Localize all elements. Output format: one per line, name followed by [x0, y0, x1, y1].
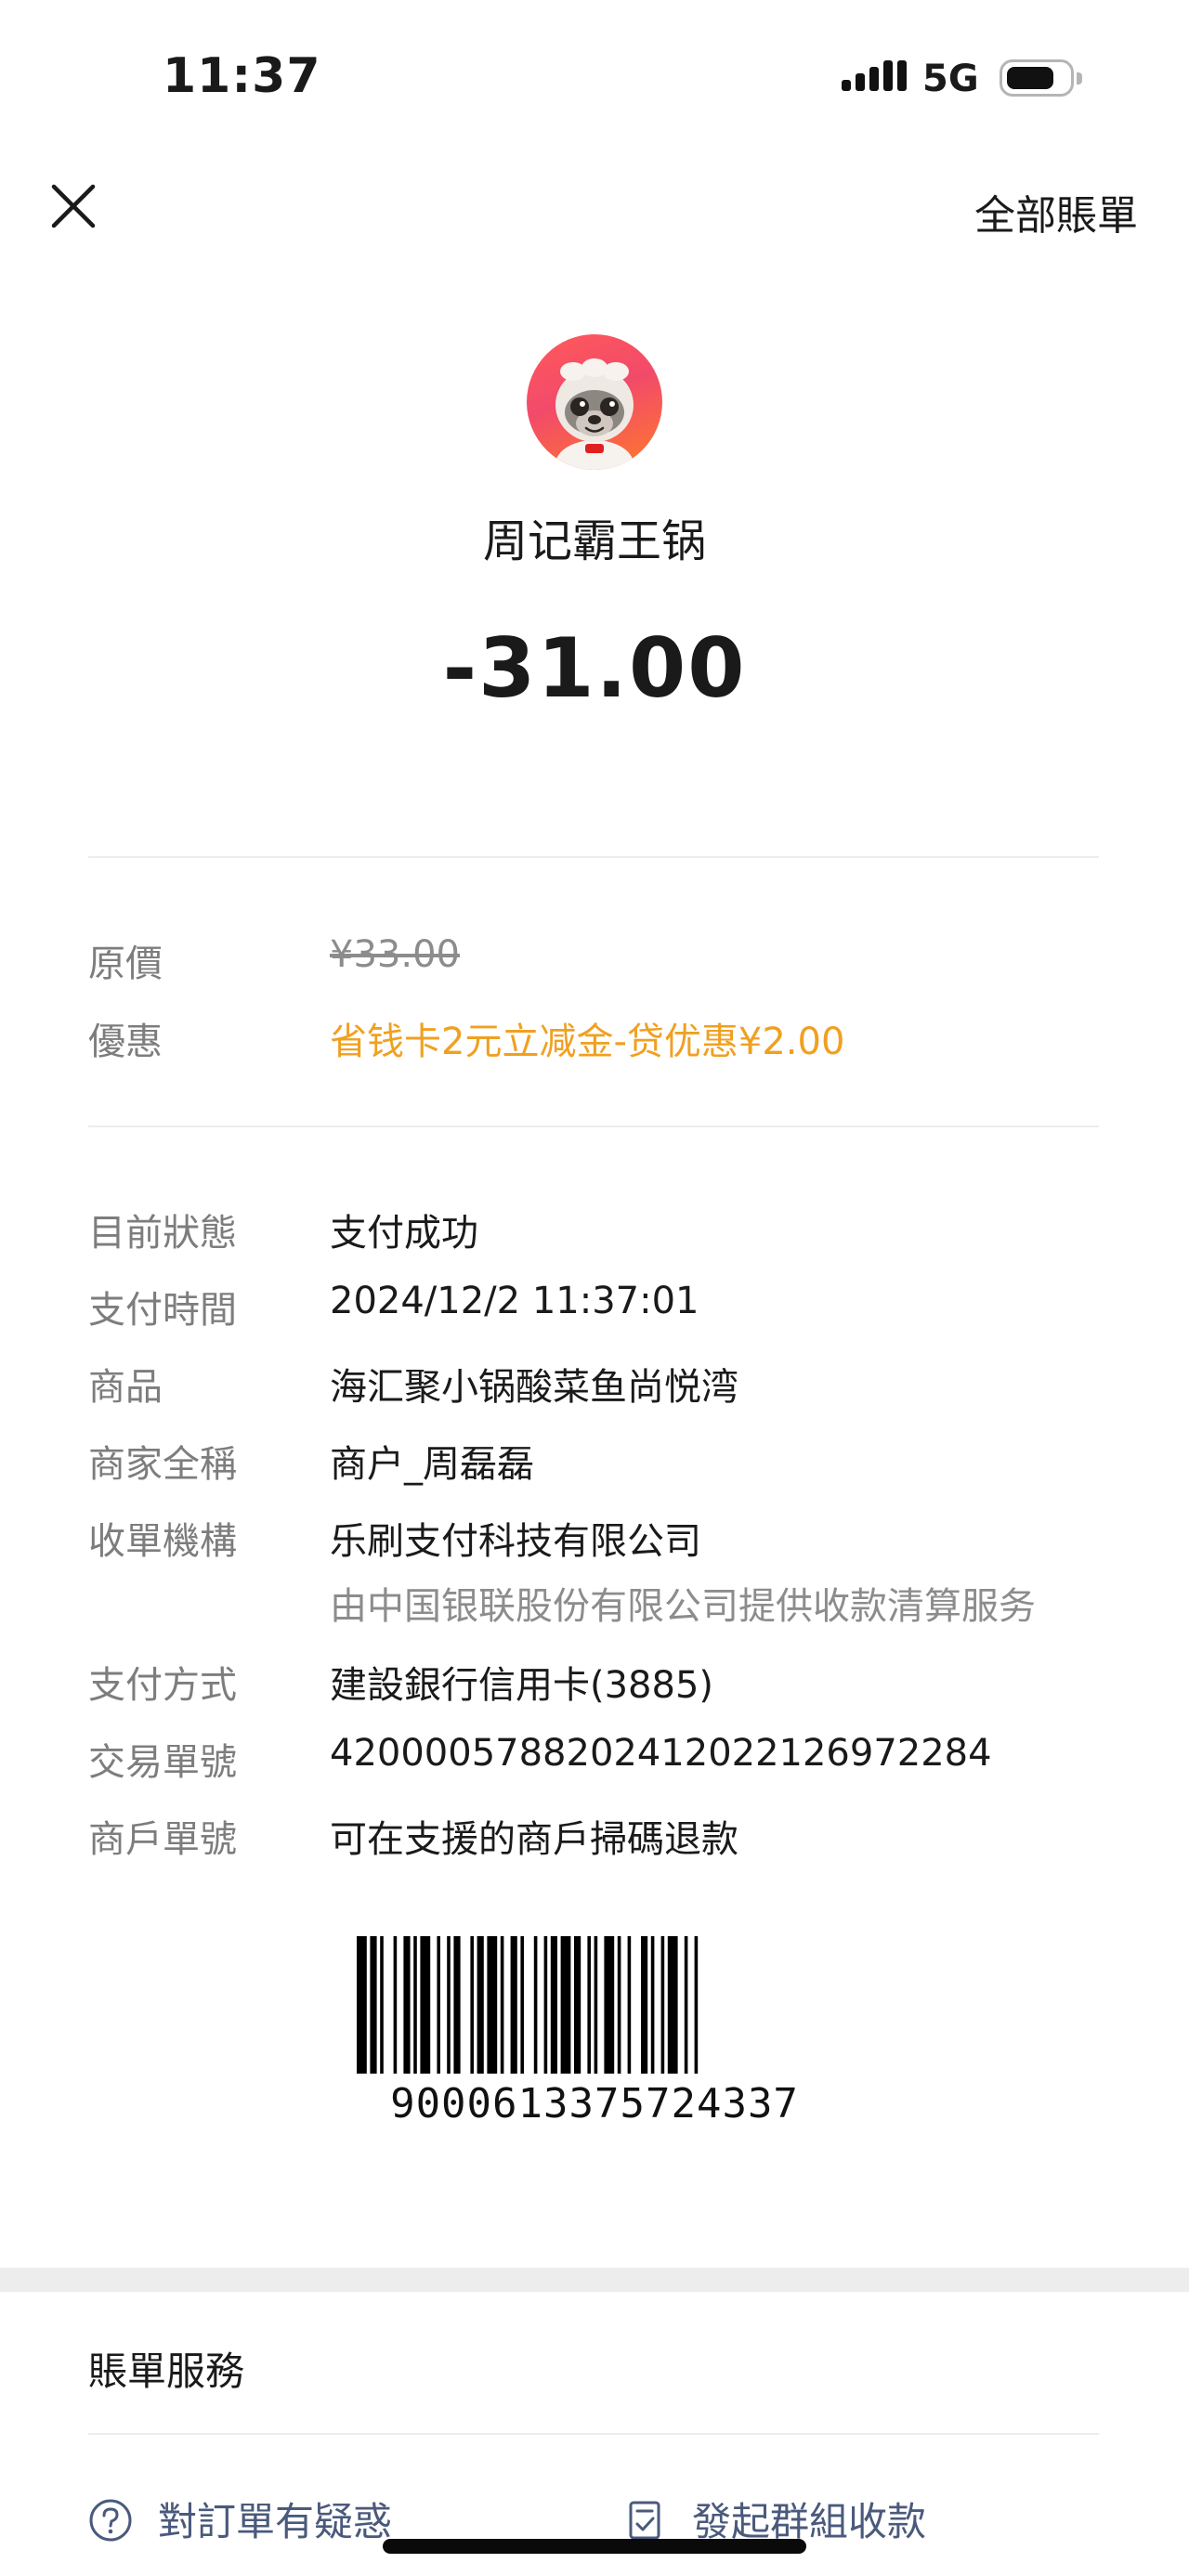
barcode-bar: [684, 1936, 688, 2074]
acquirer-label: 收單機構: [88, 1520, 237, 1563]
acquirer-value: 乐刷支付科技有限公司: [330, 1520, 701, 1563]
divider: [88, 856, 1099, 858]
all-bills-link[interactable]: 全部賬單: [974, 182, 1138, 241]
acquirer-subtext: 由中国银联股份有限公司提供收款清算服务: [330, 1585, 1036, 1628]
barcode-bar: [543, 1936, 548, 2074]
transaction-id-value[interactable]: 4200005788202412022126972284: [330, 1732, 992, 1775]
discount-value: 省钱卡2元立减金-贷优惠¥2.00: [330, 1021, 845, 1063]
sloth-mascot-icon: [555, 358, 634, 470]
barcode-bar: [594, 1936, 598, 2074]
barcode-bar: [667, 1936, 678, 2074]
merchant-order-value: 可在支援的商戶掃碼退款: [330, 1818, 738, 1861]
barcode-bar: [380, 1936, 384, 2074]
barcode-bar: [470, 1936, 474, 2074]
barcode-bar: [500, 1936, 504, 2074]
bill-services-title: 賬單服務: [88, 2348, 245, 2394]
signal-strength-icon: [842, 60, 907, 91]
barcode-bar: [413, 1936, 417, 2074]
divider: [88, 1125, 1099, 1127]
barcode-bar: [510, 1936, 517, 2074]
status-bar: 11:37 5G: [0, 0, 1189, 139]
barcode-bar: [533, 1936, 538, 2074]
network-type: 5G: [922, 58, 979, 100]
order-question-label: 對訂單有疑惑: [158, 2499, 393, 2544]
status-value: 支付成功: [330, 1212, 478, 1255]
barcode-bar: [437, 1936, 440, 2074]
barcode-bar: [453, 1936, 461, 2074]
checklist-icon: [629, 2501, 660, 2540]
barcode-bar: [403, 1936, 411, 2074]
original-price-value: ¥33.00: [330, 933, 460, 976]
barcode-bar: [550, 1936, 557, 2074]
barcode-bar: [617, 1936, 621, 2074]
status-label: 目前狀態: [88, 1212, 237, 1255]
merchant-name: 周记霸王锅: [482, 515, 706, 567]
barcode-bar: [447, 1936, 451, 2074]
barcode-bar: [627, 1936, 632, 2074]
barcode-bar: [641, 1936, 648, 2074]
merchant-order-label: 商戶單號: [88, 1818, 237, 1861]
discount-label: 優惠: [88, 1021, 163, 1063]
merchant-avatar: [527, 334, 662, 470]
merchant-full-name-value: 商户_周磊磊: [330, 1443, 534, 1486]
barcode-number: 9000613375724337: [390, 2080, 799, 2127]
payment-time-value: 2024/12/2 11:37:01: [330, 1280, 699, 1322]
barcode-bar: [604, 1936, 615, 2074]
original-price-label: 原價: [88, 943, 163, 985]
merchant-full-name-label: 商家全稱: [88, 1443, 237, 1486]
payment-amount: -31.00: [442, 620, 747, 716]
barcode-bar: [487, 1936, 498, 2074]
product-value: 海汇聚小锅酸菜鱼尚悦湾: [330, 1366, 738, 1409]
barcode: [357, 1936, 699, 2074]
barcode-bar: [694, 1936, 699, 2074]
barcode-bar: [587, 1936, 591, 2074]
payment-time-label: 支付時間: [88, 1289, 237, 1332]
barcode-bar: [393, 1936, 398, 2074]
transaction-id-label: 交易單號: [88, 1741, 237, 1784]
barcode-bar: [650, 1936, 655, 2074]
barcode-bar: [574, 1936, 581, 2074]
barcode-bar: [560, 1936, 571, 2074]
product-label: 商品: [88, 1366, 163, 1409]
section-separator: [0, 2268, 1189, 2292]
home-indicator[interactable]: [383, 2539, 806, 2554]
barcode-bar: [370, 1936, 377, 2074]
payment-method-label: 支付方式: [88, 1664, 237, 1707]
question-circle-icon: [89, 2499, 132, 2542]
divider: [88, 2433, 1099, 2435]
barcode-bar: [477, 1936, 484, 2074]
barcode-bar: [520, 1936, 524, 2074]
payment-method-value: 建設銀行信用卡(3885): [330, 1664, 714, 1707]
barcode-bar: [357, 1936, 367, 2074]
barcode-bar: [660, 1936, 665, 2074]
close-icon[interactable]: [48, 181, 98, 231]
battery-icon: [1000, 59, 1082, 97]
status-time: 11:37: [163, 48, 321, 104]
barcode-bar: [420, 1936, 431, 2074]
